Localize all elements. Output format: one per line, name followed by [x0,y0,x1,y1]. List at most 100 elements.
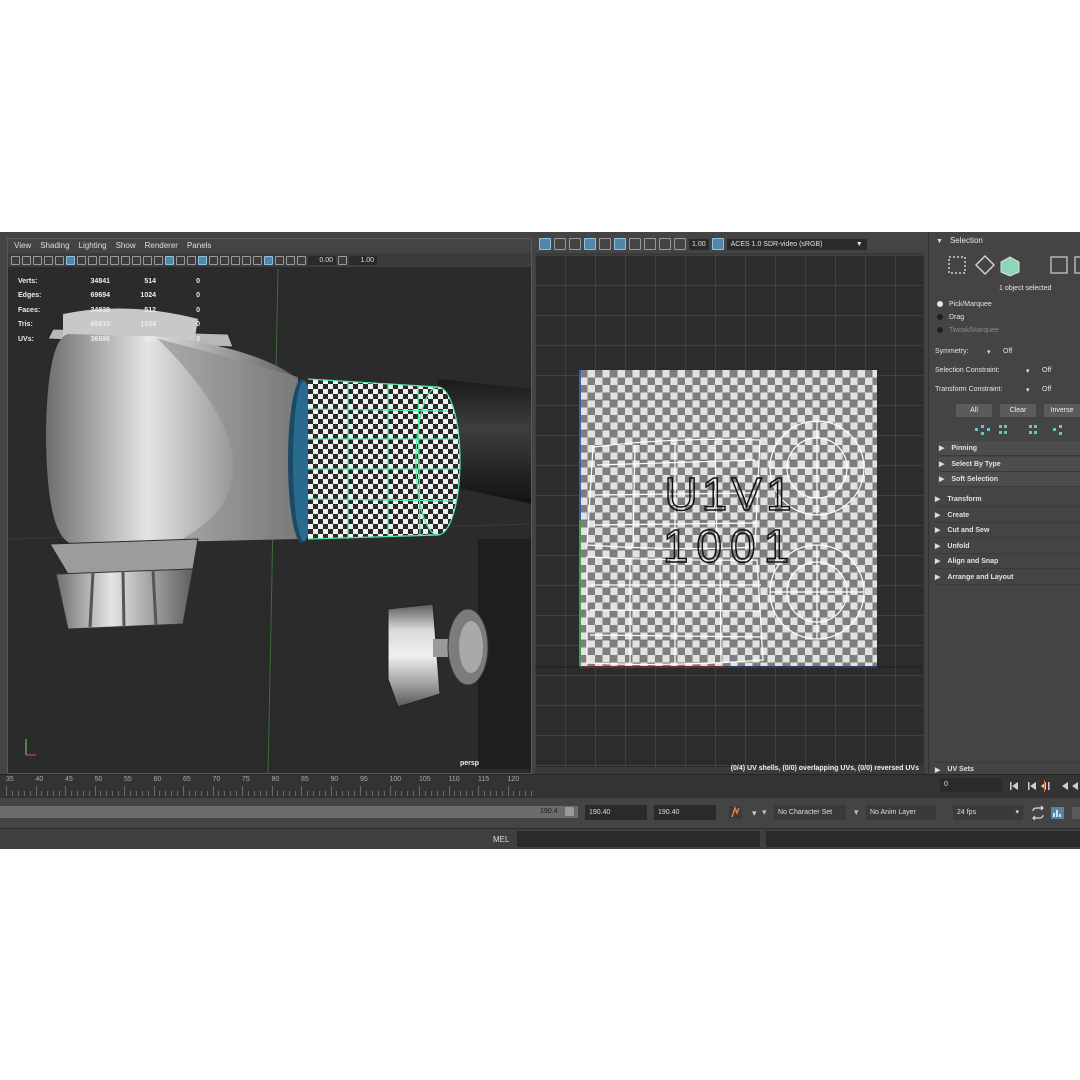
select-all-button[interactable]: All [956,404,992,417]
time-tick-label: 75 [242,776,250,783]
bookmark-icon[interactable] [33,255,42,265]
range-end-display: 190.4 [540,808,558,815]
invert-selection-button[interactable]: Inverse [1044,404,1080,417]
section-align-and-snap[interactable]: ▶ Align and Snap [935,554,1080,569]
exposure-icon[interactable] [659,238,671,250]
menu-show[interactable]: Show [113,239,142,253]
time-tick [336,791,338,796]
distortion-icon[interactable] [599,238,611,250]
wireframe-icon[interactable] [154,255,163,265]
image-display-icon[interactable] [644,238,656,250]
selection-constraint-row[interactable]: Selection Constraint: ▾ Off [935,367,1080,375]
mode-tweak-marquee[interactable]: Tweak/Marquee [937,327,999,334]
gamma-field[interactable]: 1.00 [349,255,377,265]
playback-end-field[interactable]: 190.40 [654,805,716,820]
motion-blur-icon[interactable] [242,255,251,265]
command-input[interactable] [517,831,760,847]
menu-view[interactable]: View [11,239,37,253]
safe-title-icon[interactable] [143,255,152,265]
time-tick [424,791,426,796]
script-language-label[interactable]: MEL [493,835,509,844]
shadows-icon[interactable] [220,255,229,265]
menu-shading[interactable]: Shading [37,239,75,253]
section-arrange-and-layout[interactable]: ▶ Arrange and Layout [935,570,1080,585]
grease-pencil-icon[interactable] [55,255,64,265]
menu-lighting[interactable]: Lighting [76,239,113,253]
lights-icon[interactable] [209,255,218,265]
viewport-toolbar: 0.00 1.00 [8,253,531,267]
grid-icon[interactable] [77,255,86,265]
gamma-icon[interactable] [674,238,686,250]
menu-renderer[interactable]: Renderer [142,239,184,253]
chevron-down-icon: ▼ [855,240,863,248]
section-pinning[interactable]: ▶ Pinning [939,441,1080,456]
xray-joints-icon[interactable] [275,255,284,265]
anim-layer-dropdown[interactable]: No Anim Layer [866,805,936,820]
time-tick [253,791,255,796]
wireframe-on-shaded-icon[interactable] [176,255,185,265]
resolution-gate-icon[interactable] [99,255,108,265]
view-transform-icon[interactable] [711,238,724,250]
symmetry-row[interactable]: Symmetry: ▾ Off [935,348,1012,356]
field-chart-icon[interactable] [121,255,130,265]
color-space-dropdown[interactable]: ACES 1.0 SDR-video (sRGB) ▼ [726,238,867,250]
time-tick [365,791,367,796]
animation-end-field[interactable]: 190.40 [585,805,647,820]
perspective-viewport[interactable]: View Shading Lighting Show Renderer Pane… [7,238,532,774]
section-cut-and-sew[interactable]: ▶ Cut and Sew [935,523,1080,538]
gamma-icon[interactable] [338,255,347,265]
image-plane-icon[interactable] [44,255,53,265]
current-frame-field[interactable]: 0 [940,778,1002,792]
chevron-down-icon[interactable]: ▾ [854,807,859,818]
safe-action-icon[interactable] [132,255,141,265]
time-tick [395,791,397,796]
time-tick [141,791,143,796]
pixel-snap-icon[interactable] [554,238,566,250]
time-tick [70,791,72,796]
checker-map-icon[interactable] [614,238,626,250]
pencil-icon[interactable] [66,255,75,265]
shaded-uv-icon[interactable] [569,238,581,250]
mode-drag[interactable]: Drag [937,314,964,321]
section-create[interactable]: ▶ Create [935,508,1080,523]
exposure-icon[interactable] [297,255,306,265]
uv-toolkit-panel: ▼ Selection 1 object selected Pick/Marque… [928,232,1080,780]
isolate-select-icon[interactable] [264,255,273,265]
menu-panels[interactable]: Panels [184,239,217,253]
range-handle-icon[interactable] [565,807,574,816]
fps-dropdown[interactable]: 24 fps ▾ [953,805,1023,820]
selection-title: Selection [949,236,983,245]
xray-active-icon[interactable] [286,255,295,265]
film-gate-icon[interactable] [88,255,97,265]
range-slider[interactable] [0,806,578,818]
smooth-shade-icon[interactable] [165,255,174,265]
section-transform[interactable]: ▶ Transform [935,492,1080,507]
gate-mask-icon[interactable] [110,255,119,265]
clear-selection-button[interactable]: Clear [1000,404,1036,417]
selection-header[interactable]: ▼ Selection [936,236,983,245]
transform-constraint-row[interactable]: Transform Constraint: ▾ Off [935,386,1080,394]
texture-borders-icon[interactable] [584,238,596,250]
xray-icon[interactable] [198,255,207,265]
multisample-icon[interactable] [253,255,262,265]
section-unfold[interactable]: ▶ Unfold [935,539,1080,554]
select-camera-icon[interactable] [11,255,20,265]
grid-icon[interactable] [539,238,551,250]
textured-icon[interactable] [187,255,196,265]
ambient-occlusion-icon[interactable] [231,255,240,265]
time-tick-label: 90 [330,776,339,783]
mode-pick-marquee[interactable]: Pick/Marquee [937,301,992,308]
time-tick [194,791,196,796]
time-tick [271,786,273,796]
gear-icon[interactable] [629,238,641,250]
character-set-dropdown[interactable]: No Character Set [774,805,846,820]
time-slider[interactable]: 35 40 45 50 55 60 65 70 75 80 85 90 95 100 105 110 115 12… [0,774,1080,798]
time-tick [318,791,320,796]
chevron-down-icon[interactable]: ▾ [762,807,767,818]
camera-attributes-icon[interactable] [22,255,31,265]
section-soft-selection[interactable]: ▶ Soft Selection [939,472,1080,487]
exposure-field[interactable]: 0.00 [308,255,336,265]
gamma-field[interactable]: 1.00 [689,238,709,250]
section-select-by-type[interactable]: ▶ Select By Type [939,457,1080,472]
uv-canvas[interactable]: U1V1 1001 [535,255,923,767]
